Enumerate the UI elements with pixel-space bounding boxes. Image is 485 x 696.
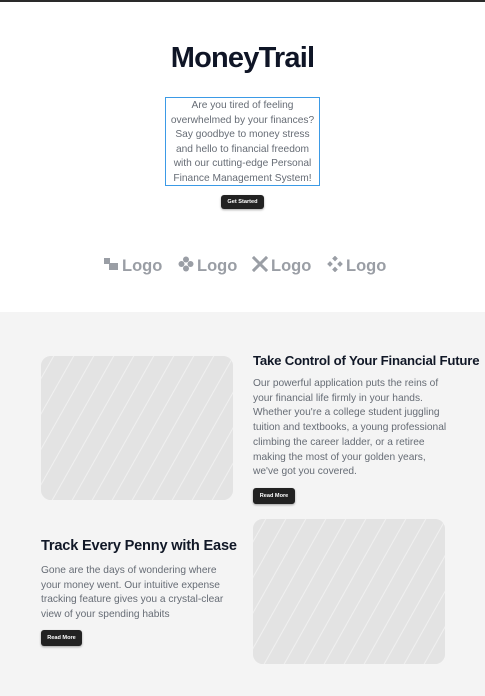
image-placeholder	[253, 519, 445, 664]
hero-section: MoneyTrail Are you tired of feeling over…	[0, 2, 485, 312]
logo-item: Logo	[327, 255, 386, 277]
feature-description: Our powerful application puts the reins …	[253, 378, 447, 478]
diamond-dots-logo-icon	[327, 255, 346, 277]
clover-logo-icon	[178, 256, 197, 277]
logo-label: Logo	[346, 256, 387, 275]
logo-label: Logo	[122, 256, 163, 275]
logo-strip: Logo Logo Logo Logo	[0, 255, 485, 277]
logo-item: Logo	[251, 255, 312, 277]
x-logo-icon	[251, 255, 271, 277]
logo-item: Logo	[178, 255, 237, 277]
squares-logo-icon	[103, 256, 122, 277]
image-placeholder	[41, 356, 233, 500]
features-section: Take Control of Your Financial Future Ou…	[0, 312, 485, 696]
brand-title: MoneyTrail	[170, 42, 315, 74]
feature-description: Gone are the days of wondering where you…	[41, 565, 224, 621]
logo-item: Logo	[103, 255, 162, 277]
logo-label: Logo	[197, 256, 238, 275]
read-more-button[interactable]: Read More	[41, 630, 82, 646]
get-started-button[interactable]: Get Started	[221, 195, 264, 209]
feature-title: Take Control of Your Financial Future	[253, 353, 480, 368]
read-more-button[interactable]: Read More	[253, 488, 295, 504]
hero-tagline[interactable]: Are you tired of feeling overwhelmed by …	[165, 97, 320, 186]
logo-label: Logo	[271, 256, 312, 275]
feature-title: Track Every Penny with Ease	[41, 538, 237, 554]
